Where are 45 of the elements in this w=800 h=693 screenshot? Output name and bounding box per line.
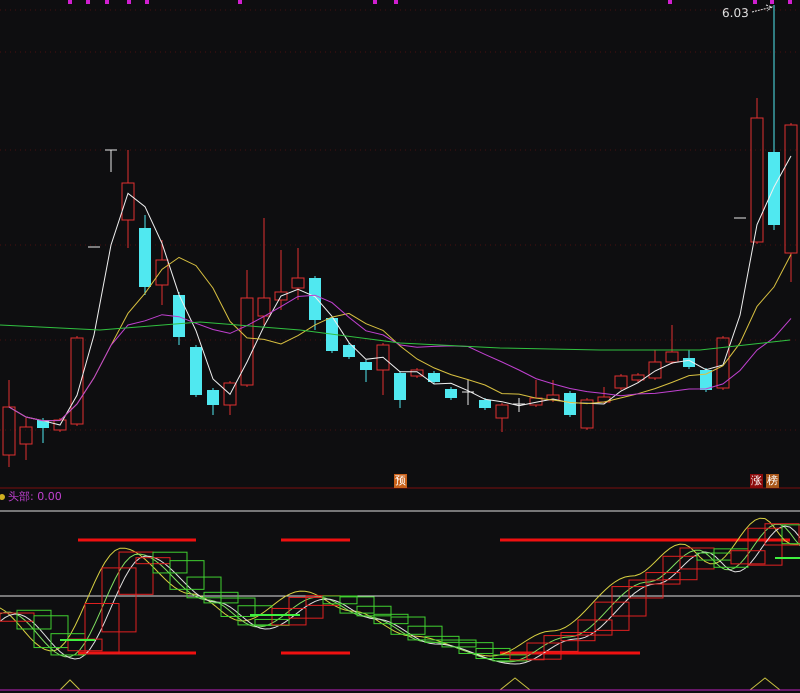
candlestick [428,370,440,384]
candlestick [683,350,695,370]
candlestick [309,276,321,330]
candlestick [512,398,526,412]
candlestick [700,368,712,392]
candlestick [614,374,628,390]
candlestick [360,360,372,382]
candlestick [479,398,491,410]
candlestick [530,380,542,408]
candlestick [54,418,66,432]
candlestick [292,248,304,300]
threshold-line [281,538,350,542]
signal-marker: 预 [394,474,407,488]
candlestick [462,380,474,406]
candlestick [20,418,32,460]
candlestick [410,368,424,378]
candlestick [224,380,236,416]
candlestick [207,388,219,416]
candlestick [546,380,560,402]
candlestick [632,372,644,382]
candlestick [326,316,338,354]
candlestick [580,398,594,430]
price-label: 6.03 [722,5,749,22]
candlestick [666,324,678,364]
candlestick [394,370,406,408]
leader-line [752,4,774,12]
candlestick [37,418,49,444]
candlestick [156,240,168,306]
threshold-line [281,652,350,654]
signal-marker: 榜 [766,474,779,488]
candlestick [716,336,730,390]
indicator-label: 头部: 0.00 [8,489,62,505]
signal-marker: 涨 [750,474,763,488]
candlestick [173,292,185,346]
candlestick [343,342,355,360]
candlestick [376,342,390,396]
candlestick [190,344,202,398]
candlestick [88,246,100,248]
candlestick [496,402,508,432]
candlestick [274,250,288,310]
candlestick [598,386,610,404]
candlestick [104,150,118,172]
candlestick [564,390,576,418]
candlestick [445,386,457,400]
candlestick [648,350,662,380]
